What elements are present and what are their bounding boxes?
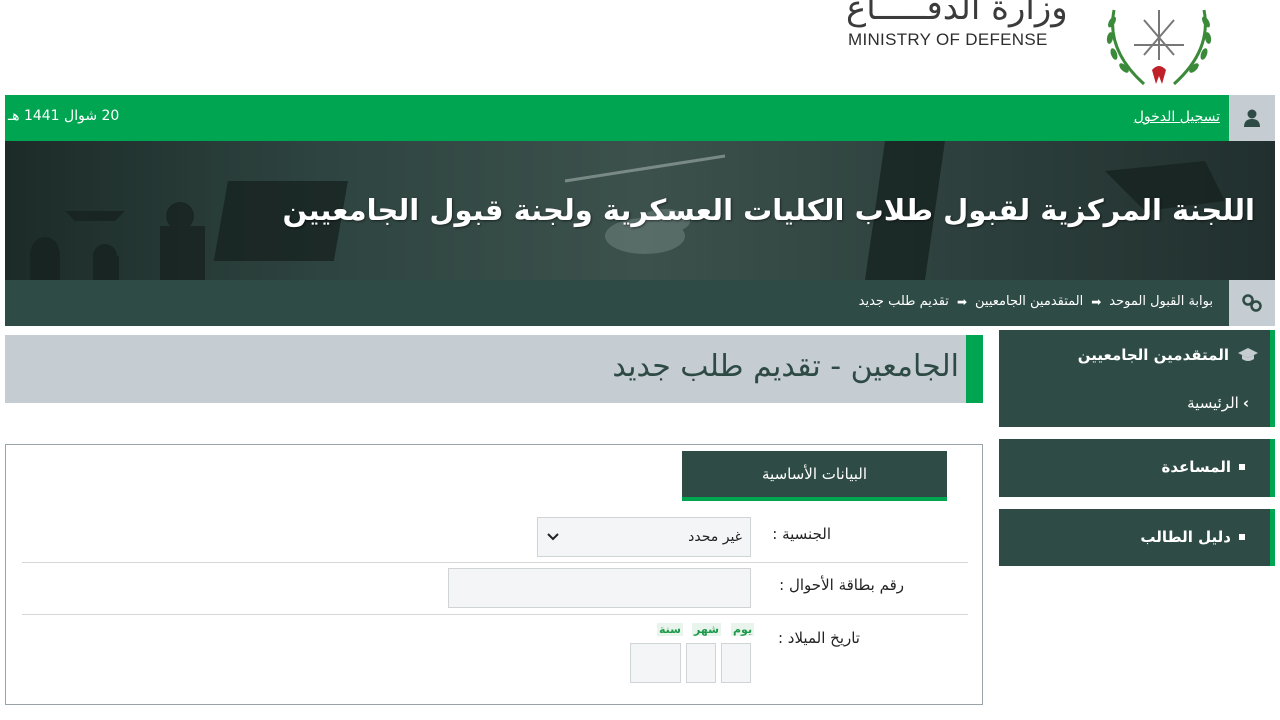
row-divider — [22, 562, 968, 563]
login-link[interactable]: تسجيل الدخول — [1134, 109, 1220, 125]
birth-month-input[interactable] — [686, 643, 716, 683]
breadcrumb-item-portal[interactable]: بوابة القبول الموحد — [1109, 294, 1213, 309]
graduation-cap-icon — [1238, 348, 1258, 361]
sidebar-item-student-guide[interactable]: دليل الطالب — [999, 509, 1275, 566]
day-label: يوم — [731, 623, 755, 636]
banner-title: اللجنة المركزية لقبول طلاب الكليات العسك… — [282, 193, 1256, 227]
sidebar-section-graduates: المتقدمين الجامعيين › الرئيسية — [999, 330, 1275, 427]
chain-link-icon — [1242, 294, 1262, 312]
link-icon — [1229, 280, 1275, 326]
sidebar-section-title: المتقدمين الجامعيين — [1077, 346, 1229, 364]
breadcrumb-arrow-icon: ➡ — [956, 294, 967, 309]
nationality-label: الجنسية : — [772, 525, 831, 543]
id-card-input[interactable] — [448, 568, 751, 608]
sidebar-item-home[interactable]: › الرئيسية — [1187, 394, 1249, 412]
application-form: البيانات الأساسية الجنسية : غير محدد رقم… — [5, 444, 983, 705]
breadcrumb-trail: بوابة القبول الموحد ➡ المتقدمين الجامعيي… — [859, 294, 1213, 309]
square-bullet-icon — [1239, 464, 1245, 470]
birth-day-input[interactable] — [721, 643, 751, 683]
page-title: الجامعين - تقديم طلب جديد — [612, 349, 959, 384]
sidebar-section-header: المتقدمين الجامعيين — [1078, 346, 1259, 364]
sidebar-item-label: المساعدة — [1161, 458, 1232, 476]
year-label: سنة — [657, 623, 683, 636]
id-card-label: رقم بطاقة الأحوال : — [779, 576, 904, 594]
breadcrumb: بوابة القبول الموحد ➡ المتقدمين الجامعيي… — [5, 280, 1275, 326]
chevron-left-icon: › — [1242, 394, 1249, 412]
breadcrumb-item-graduates[interactable]: المتقدمين الجامعيين — [975, 294, 1083, 309]
chevron-down-icon — [547, 533, 559, 541]
breadcrumb-arrow-icon: ➡ — [1091, 294, 1102, 309]
sidebar-item-label: دليل الطالب — [1140, 528, 1231, 546]
nationality-select[interactable]: غير محدد — [537, 517, 751, 557]
header-logo-area: وزارة الدفـــــاع MINISTRY OF DEFENSE — [0, 0, 1280, 95]
user-glyph-icon — [1244, 109, 1260, 127]
hero-banner: اللجنة المركزية لقبول طلاب الكليات العسك… — [5, 141, 1275, 280]
hijri-date: 20 شوال 1441 هـ — [8, 108, 120, 124]
tab-basic-data[interactable]: البيانات الأساسية — [682, 451, 947, 501]
ministry-name-english: MINISTRY OF DEFENSE — [848, 30, 1048, 49]
month-label: شهر — [692, 623, 721, 636]
birth-date-label: تاريخ الميلاد : — [777, 629, 860, 647]
ministry-name-arabic: وزارة الدفـــــاع — [846, 0, 1068, 28]
sidebar-item-label: الرئيسية — [1187, 394, 1239, 412]
breadcrumb-item-new-request: تقديم طلب جديد — [858, 294, 949, 309]
user-icon[interactable] — [1229, 95, 1275, 141]
square-bullet-icon — [1239, 534, 1245, 540]
page-header: الجامعين - تقديم طلب جديد — [5, 335, 983, 403]
page-title-accent — [966, 335, 983, 403]
row-divider — [22, 614, 968, 615]
sidebar-item-help[interactable]: المساعدة — [999, 439, 1275, 497]
birth-year-input[interactable] — [630, 643, 681, 683]
nationality-selected-value: غير محدد — [688, 529, 742, 545]
top-nav-bar: 20 شوال 1441 هـ تسجيل الدخول — [5, 95, 1275, 141]
ministry-emblem-icon — [1106, 9, 1212, 86]
